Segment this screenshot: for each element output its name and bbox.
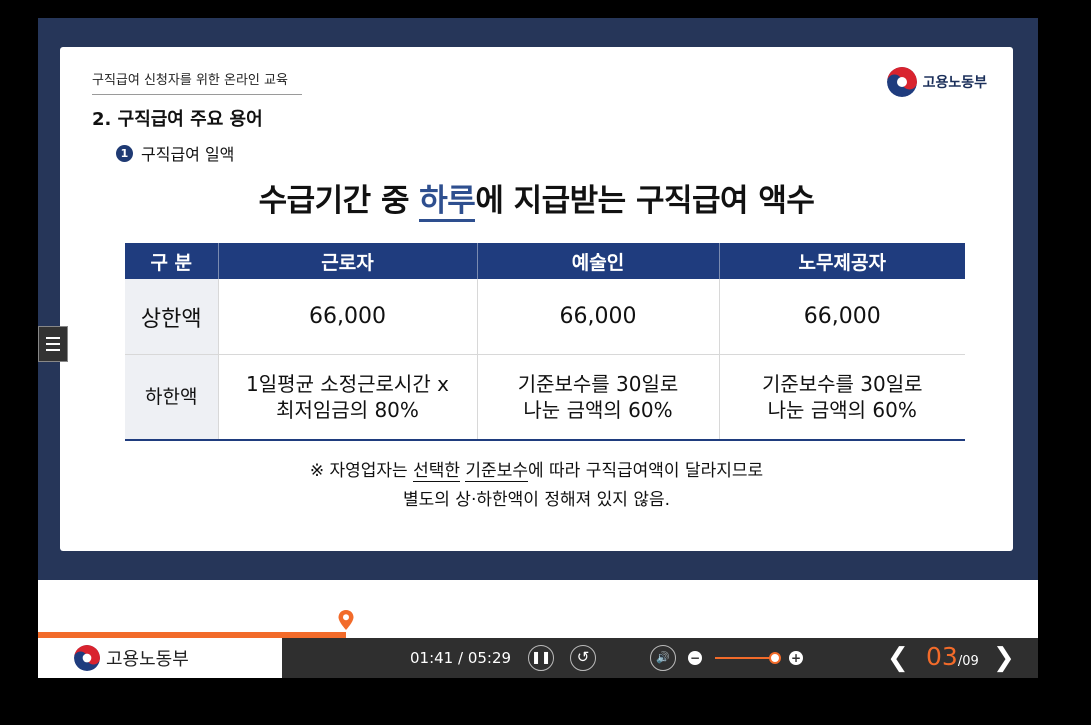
note-underline-1: 선택한 bbox=[413, 461, 461, 482]
page-total: /09 bbox=[957, 654, 979, 669]
table-cell: 66,000 bbox=[218, 279, 478, 355]
cell-line: 기준보수를 30일로 bbox=[761, 372, 923, 396]
cell-line: 나눈 금액의 60% bbox=[523, 398, 673, 422]
table-header: 예술인 bbox=[477, 243, 720, 279]
ministry-logo: 고용노동부 bbox=[886, 67, 987, 97]
volume-down-button[interactable]: − bbox=[688, 651, 702, 665]
slide: 구직급여 신청자를 위한 온라인 교육 고용노동부 2. 구직급여 주요 용어 … bbox=[60, 47, 1013, 551]
row-label: 상한액 bbox=[125, 279, 219, 355]
next-page-icon[interactable]: ❯ bbox=[993, 644, 1015, 672]
row-label: 하한액 bbox=[125, 354, 219, 441]
headline-highlight: 하루 bbox=[419, 183, 476, 222]
progress-pin-icon[interactable] bbox=[337, 609, 355, 631]
table-cell: 66,000 bbox=[477, 279, 720, 355]
volume-knob[interactable] bbox=[769, 652, 781, 664]
cell-line: 최저임금의 80% bbox=[276, 398, 419, 422]
ministry-logo: 고용노동부 bbox=[74, 645, 189, 671]
volume-up-button[interactable]: + bbox=[789, 651, 803, 665]
subsection-label: 구직급여 일액 bbox=[141, 145, 235, 164]
footnote-line-2: 별도의 상·하한액이 정해져 있지 않음. bbox=[402, 490, 671, 510]
volume-button[interactable]: 🔊 bbox=[650, 645, 676, 671]
table-header: 노무제공자 bbox=[719, 243, 965, 279]
table-header: 구 분 bbox=[125, 243, 219, 279]
section-title: 2. 구직급여 주요 용어 bbox=[92, 109, 263, 130]
benefit-table: 구 분 근로자 예술인 노무제공자 상한액 66,000 66,000 66,0… bbox=[125, 243, 965, 441]
headline-pre: 수급기간 중 bbox=[258, 183, 420, 219]
table-cell: 기준보수를 30일로 나눈 금액의 60% bbox=[477, 354, 720, 441]
table-cell: 기준보수를 30일로 나눈 금액의 60% bbox=[719, 354, 965, 441]
note-pre: ※ 자영업자는 bbox=[309, 461, 414, 481]
footnote: ※ 자영업자는 선택한 기준보수에 따라 구직급여액이 달라지므로 별도의 상·… bbox=[60, 457, 1013, 515]
replay-button[interactable]: ↺ bbox=[570, 645, 596, 671]
table-cell: 66,000 bbox=[719, 279, 965, 355]
table-row: 상한액 66,000 66,000 66,000 bbox=[125, 279, 965, 355]
headline: 수급기간 중 하루에 지급받는 구직급여 액수 bbox=[60, 175, 1013, 222]
taegeuk-icon bbox=[886, 67, 917, 97]
ministry-name: 고용노동부 bbox=[106, 649, 189, 670]
player-logo-area: 고용노동부 bbox=[38, 638, 282, 678]
page-indicator: 03/09 bbox=[926, 642, 979, 671]
note-underline-2: 기준보수 bbox=[465, 461, 528, 482]
page-current: 03 bbox=[926, 642, 958, 671]
table-cell: 1일평균 소정근로시간 x 최저임금의 80% bbox=[218, 354, 478, 441]
menu-icon-bar bbox=[46, 337, 60, 339]
cell-line: 나눈 금액의 60% bbox=[767, 398, 917, 422]
volume-slider[interactable] bbox=[715, 657, 775, 659]
table-header: 근로자 bbox=[218, 243, 478, 279]
player-control-bar: 고용노동부 01:41 / 05:29 ❚❚ ↺ 🔊 − + ❮ 03/09 ❯ bbox=[38, 638, 1038, 678]
prev-page-icon[interactable]: ❮ bbox=[887, 644, 909, 672]
note-post: 에 따라 구직급여액이 달라지므로 bbox=[527, 461, 764, 481]
menu-icon-bar bbox=[46, 349, 60, 351]
ministry-name: 고용노동부 bbox=[922, 75, 987, 91]
footnote-line-1: ※ 자영업자는 선택한 기준보수에 따라 구직급여액이 달라지므로 bbox=[60, 457, 1013, 486]
subsection-title: 1 구직급여 일액 bbox=[116, 141, 234, 165]
cell-line: 기준보수를 30일로 bbox=[517, 372, 679, 396]
menu-button[interactable] bbox=[38, 326, 68, 362]
number-badge: 1 bbox=[116, 144, 133, 162]
pause-button[interactable]: ❚❚ bbox=[528, 645, 554, 671]
table-header-row: 구 분 근로자 예술인 노무제공자 bbox=[125, 243, 965, 279]
table-row: 하한액 1일평균 소정근로시간 x 최저임금의 80% 기준보수를 30일로 나눈 … bbox=[125, 354, 965, 441]
course-title: 구직급여 신청자를 위한 온라인 교육 bbox=[92, 69, 302, 95]
taegeuk-icon bbox=[74, 645, 100, 671]
cell-line: 1일평균 소정근로시간 x bbox=[246, 372, 449, 396]
progress-area bbox=[38, 580, 1038, 638]
headline-post: 에 지급받는 구직급여 액수 bbox=[475, 183, 815, 219]
time-display: 01:41 / 05:29 bbox=[410, 649, 512, 667]
menu-icon-bar bbox=[46, 343, 60, 345]
